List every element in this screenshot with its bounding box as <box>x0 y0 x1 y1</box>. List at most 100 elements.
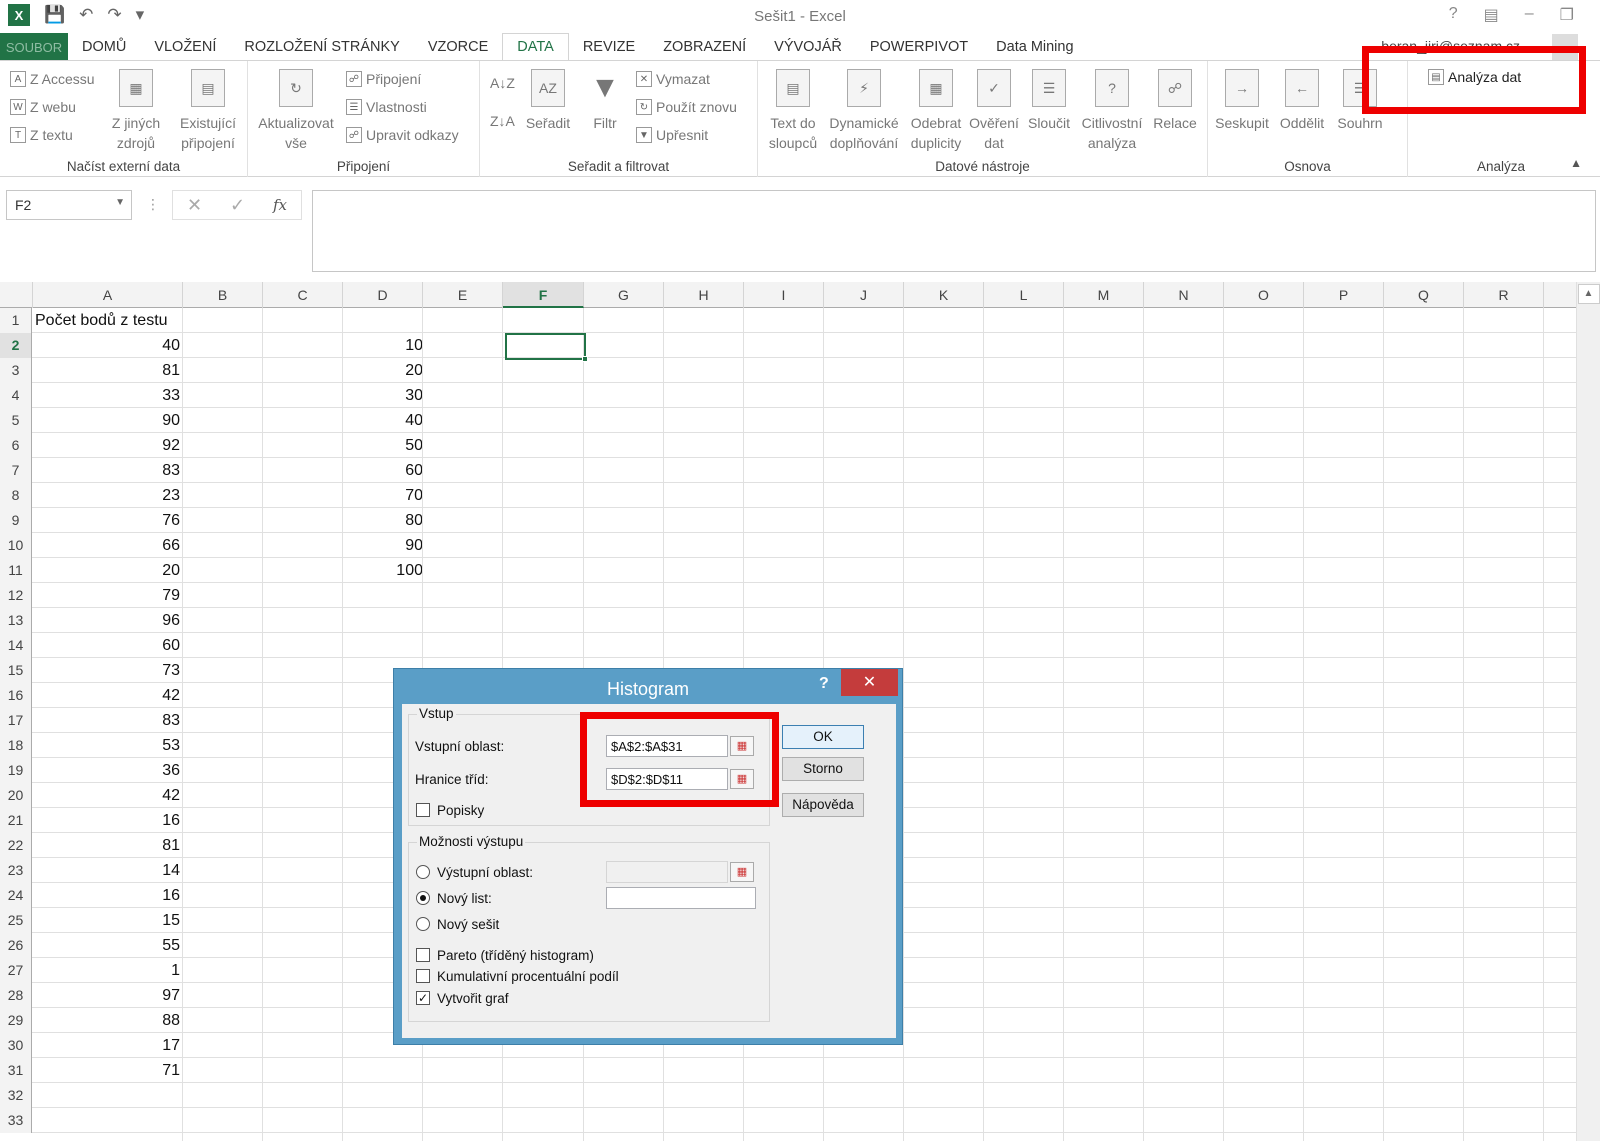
cell-a[interactable]: 66 <box>33 533 183 558</box>
minimize-icon[interactable]: – <box>1525 5 1534 25</box>
row-header[interactable]: 15 <box>0 658 32 683</box>
cumulative-checkbox[interactable] <box>416 969 430 983</box>
sort-az-icon[interactable]: A↓Z <box>490 75 515 91</box>
sort-button[interactable]: AZ Seřadit <box>520 69 576 133</box>
row-header[interactable]: 24 <box>0 883 32 908</box>
reapply-button[interactable]: ↻ Použít znovu <box>636 99 737 115</box>
tab-data[interactable]: DATA <box>502 33 569 61</box>
cell-a[interactable]: 53 <box>33 733 183 758</box>
row-header[interactable]: 21 <box>0 808 32 833</box>
cell-a[interactable]: 81 <box>33 833 183 858</box>
row-header[interactable]: 2 <box>0 333 32 358</box>
row-header[interactable]: 29 <box>0 1008 32 1033</box>
cell-a[interactable]: 88 <box>33 1008 183 1033</box>
column-header-k[interactable]: K <box>904 282 984 308</box>
sort-za-icon[interactable]: Z↓A <box>490 113 515 129</box>
name-box[interactable]: F2 ▼ <box>6 190 132 220</box>
filter-button[interactable]: ▼ Filtr <box>580 69 630 133</box>
cell-d[interactable]: 50 <box>346 433 426 458</box>
cell-d[interactable]: 20 <box>346 358 426 383</box>
cell-a[interactable] <box>33 1108 183 1133</box>
existing-connections-button[interactable]: ▤ Existující připojení <box>176 69 240 153</box>
cell-d[interactable] <box>346 308 426 333</box>
cell-a[interactable]: 42 <box>33 783 183 808</box>
restore-icon[interactable]: ❐ <box>1560 5 1574 25</box>
column-header-h[interactable]: H <box>664 282 744 308</box>
row-header[interactable]: 9 <box>0 508 32 533</box>
cell-d[interactable]: 70 <box>346 483 426 508</box>
column-header-e[interactable]: E <box>423 282 503 308</box>
help-button[interactable]: Nápověda <box>782 793 864 817</box>
tab-data-mining[interactable]: Data Mining <box>982 33 1087 61</box>
cell-a[interactable]: 60 <box>33 633 183 658</box>
column-header-b[interactable]: B <box>183 282 263 308</box>
cell-d[interactable]: 30 <box>346 383 426 408</box>
pareto-checkbox[interactable] <box>416 948 430 962</box>
row-header[interactable]: 27 <box>0 958 32 983</box>
group-button[interactable]: → Seskupit <box>1212 69 1272 133</box>
flash-fill-button[interactable]: ⚡ Dynamické doplňování <box>824 69 904 153</box>
cell-a[interactable]: 73 <box>33 658 183 683</box>
column-header-l[interactable]: L <box>984 282 1064 308</box>
row-header[interactable]: 25 <box>0 908 32 933</box>
cell-d[interactable]: 100 <box>346 558 426 583</box>
tab-home[interactable]: DOMŮ <box>68 33 140 61</box>
row-header[interactable]: 7 <box>0 458 32 483</box>
column-header-c[interactable]: C <box>263 282 343 308</box>
row-header[interactable]: 26 <box>0 933 32 958</box>
edit-links-button[interactable]: ☍ Upravit odkazy <box>346 127 459 143</box>
what-if-analysis-button[interactable]: ? Citlivostní analýza <box>1076 69 1148 153</box>
tab-powerpivot[interactable]: POWERPIVOT <box>856 33 982 61</box>
select-all-corner[interactable] <box>0 282 33 308</box>
cell-d[interactable]: 90 <box>346 533 426 558</box>
ribbon-display-icon[interactable]: ▤ <box>1484 5 1499 25</box>
column-header-m[interactable]: M <box>1064 282 1144 308</box>
row-header[interactable]: 20 <box>0 783 32 808</box>
cell-a[interactable]: 40 <box>33 333 183 358</box>
tab-developer[interactable]: VÝVOJÁŘ <box>760 33 856 61</box>
cell-a[interactable]: 71 <box>33 1058 183 1083</box>
cell-a[interactable]: 1 <box>33 958 183 983</box>
column-header-p[interactable]: P <box>1304 282 1384 308</box>
row-header[interactable]: 10 <box>0 533 32 558</box>
cell-a[interactable]: 96 <box>33 608 183 633</box>
advanced-filter-button[interactable]: ▼ Upřesnit <box>636 127 708 143</box>
cell-a[interactable]: 14 <box>33 858 183 883</box>
consolidate-button[interactable]: ☰ Sloučit <box>1024 69 1074 133</box>
row-header[interactable]: 19 <box>0 758 32 783</box>
output-range-field[interactable] <box>606 861 728 883</box>
cell-d[interactable]: 80 <box>346 508 426 533</box>
cell-a[interactable] <box>33 1083 183 1108</box>
cancel-icon[interactable]: ✕ <box>187 195 202 216</box>
enter-icon[interactable]: ✓ <box>230 195 245 216</box>
cell-a[interactable]: 83 <box>33 458 183 483</box>
column-header-n[interactable]: N <box>1144 282 1224 308</box>
dialog-help-icon[interactable]: ? <box>819 675 829 693</box>
relationships-button[interactable]: ☍ Relace <box>1150 69 1200 133</box>
column-header-i[interactable]: I <box>744 282 824 308</box>
row-header[interactable]: 8 <box>0 483 32 508</box>
ok-button[interactable]: OK <box>782 725 864 749</box>
vertical-scrollbar[interactable]: ▲ <box>1576 282 1600 1141</box>
cell-a[interactable]: 81 <box>33 358 183 383</box>
column-header-d[interactable]: D <box>343 282 423 308</box>
cell-a[interactable]: 20 <box>33 558 183 583</box>
row-header[interactable]: 14 <box>0 633 32 658</box>
column-header-j[interactable]: J <box>824 282 904 308</box>
cell-a[interactable]: 15 <box>33 908 183 933</box>
text-to-columns-button[interactable]: ▤ Text do sloupců <box>764 69 822 153</box>
cell-a[interactable]: 76 <box>33 508 183 533</box>
cell-d[interactable]: 40 <box>346 408 426 433</box>
row-header[interactable]: 23 <box>0 858 32 883</box>
tab-review[interactable]: REVIZE <box>569 33 649 61</box>
remove-duplicates-button[interactable]: ▦ Odebrat duplicity <box>906 69 966 153</box>
cell-a[interactable]: 17 <box>33 1033 183 1058</box>
row-header[interactable]: 16 <box>0 683 32 708</box>
row-header[interactable]: 28 <box>0 983 32 1008</box>
formula-input[interactable] <box>312 190 1596 272</box>
insert-function-icon[interactable]: fx <box>273 196 287 214</box>
new-sheet-field[interactable] <box>606 887 756 909</box>
from-web-button[interactable]: WZ webu <box>10 99 76 115</box>
collapse-ribbon-icon[interactable]: ▲ <box>1570 156 1582 170</box>
cell-a[interactable]: 23 <box>33 483 183 508</box>
